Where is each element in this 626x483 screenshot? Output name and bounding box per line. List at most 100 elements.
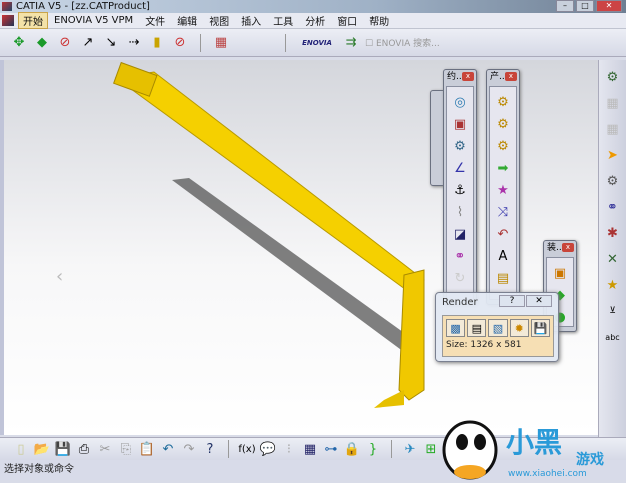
component-icon[interactable]: ⚙ [494,93,512,111]
product-structure-toolbar: 产... x ⚙ ⚙ ⚙ ➡ ★ ⤨ ↶ A ▤ [486,69,520,305]
annotation-text-icon[interactable]: abc [604,328,622,346]
menu-help[interactable]: 帮助 [363,13,395,28]
coincidence-icon[interactable]: ◎ [451,93,469,111]
offset-constraint-icon[interactable]: ⚙ [451,137,469,155]
copy-icon[interactable]: ⎘ [117,440,135,458]
menu-enovia[interactable]: ENOVIA V5 VPM [48,15,139,26]
top-toolbar: ✥ ◆ ⊘ ↗ ↘ ⇢ ▮ ⊘ ▦ ENOVIA ⇉ ☐ ENOVIA 搜索..… [0,29,626,57]
link-icon[interactable]: ⁝ [280,440,298,458]
print-icon[interactable]: ⎙ [75,440,93,458]
dimension-icon[interactable]: ⊻ [604,302,622,320]
save-icon[interactable]: 💾 [530,319,551,337]
move-icon[interactable]: ✥ [10,34,28,52]
update-all-icon[interactable]: ▦ [604,120,622,138]
snap-icon[interactable]: ◆ [33,34,51,52]
table-icon[interactable]: ▦ [301,440,319,458]
catalog-browser-icon[interactable]: } [364,440,382,458]
render-sequence-icon[interactable]: ▧ [488,319,508,337]
maximize-button[interactable]: □ [576,0,594,12]
contact-icon[interactable]: ▣ [451,115,469,133]
menu-window[interactable]: 窗口 [331,13,363,28]
arm-beam [114,71,425,293]
explode-icon[interactable]: ⇢ [125,34,143,52]
clash-icon[interactable]: ⊘ [171,34,189,52]
help-button[interactable]: ? [499,295,525,307]
catia-app-icon [2,2,12,11]
svg-text:小黑: 小黑 [506,426,562,459]
close-icon[interactable]: x [505,72,517,81]
part-icon[interactable]: ⚙ [494,137,512,155]
undo-icon[interactable]: ↶ [159,440,177,458]
gears-icon[interactable]: ⚙ [604,68,622,86]
minimize-button[interactable]: – [556,0,574,12]
tree-icon[interactable]: ⊶ [322,440,340,458]
save-icon[interactable]: 💾 [54,440,72,458]
anchor-icon[interactable]: ⚓ [451,181,469,199]
manipulate-icon[interactable]: ↗ [79,34,97,52]
watermark-logo: 小黑 游戏 www.xiaohei.com [436,412,626,480]
right-toolbar: ⚙ ▦ ▦ ➤ ⚙ ⚭ ✱ ✕ ★ ⊻ abc [598,60,626,460]
lock-icon[interactable]: 🔒 [343,440,361,458]
render-toolbar: Render ? ✕ ▩ ▤ ▧ ✹ 💾 Size: 1326 x 581 [435,292,559,362]
replace-icon[interactable]: ⤨ [494,203,512,221]
existing-component-icon[interactable]: ➡ [494,159,512,177]
fix-together-icon[interactable]: ⌇ [451,203,469,221]
close-icon[interactable]: x [562,243,574,252]
menu-analyze[interactable]: 分析 [299,13,331,28]
menu-edit[interactable]: 编辑 [171,13,203,28]
catalog-icon[interactable]: ▦ [212,34,230,52]
render-size: Size: 1326 x 581 [446,340,522,350]
menu-file[interactable]: 文件 [139,13,171,28]
arm-joint [398,269,425,401]
open-icon[interactable]: 📂 [33,440,51,458]
measure-icon[interactable]: ✕ [604,250,622,268]
fix-icon[interactable]: ⊘ [56,34,74,52]
svg-text:游戏: 游戏 [576,451,604,468]
stop-manipulate-icon[interactable]: ▮ [148,34,166,52]
constraints-toolbar: 约... x ◎ ▣ ⚙ ∠ ⚓ ⌇ ◪ ⚭ ↻ [443,69,477,305]
redo-icon[interactable]: ↷ [180,440,198,458]
split-icon[interactable]: ▣ [551,264,569,282]
close-button[interactable]: ✕ [596,0,622,12]
analysis-icon[interactable]: ⚭ [604,198,622,216]
paste-icon[interactable]: 📋 [138,440,156,458]
reuse-pattern-icon[interactable]: ↻ [451,269,469,287]
quick-constraint-icon[interactable]: ◪ [451,225,469,243]
menu-view[interactable]: 视图 [203,13,235,28]
clash-analysis-icon[interactable]: ✱ [604,224,622,242]
render-close-button[interactable]: ✕ [526,295,552,307]
select-arrow-icon[interactable]: ➤ [604,146,622,164]
menu-tools[interactable]: 工具 [267,13,299,28]
update-icon[interactable]: ▦ [604,94,622,112]
fly-icon[interactable]: ✈ [401,440,419,458]
existing-positioning-icon[interactable]: ★ [494,181,512,199]
enovia-send-icon[interactable]: ⇉ [342,34,360,52]
numbering-icon[interactable]: A [494,247,512,265]
render-image-icon[interactable]: ▩ [446,319,466,337]
formula-icon[interactable]: f(x) [238,440,256,458]
menu-start[interactable]: 开始 [18,12,48,29]
new-icon[interactable]: ▯ [12,440,30,458]
graph-reorder-icon[interactable]: ↶ [494,225,512,243]
whats-this-icon[interactable]: ? [201,440,219,458]
close-icon[interactable]: x [462,72,474,81]
cut-icon[interactable]: ✂ [96,440,114,458]
render-settings-icon[interactable]: ▤ [467,319,487,337]
menu-insert[interactable]: 插入 [235,13,267,28]
enovia-logo[interactable]: ENOVIA [297,34,337,52]
angle-icon[interactable]: ∠ [451,159,469,177]
select-mode-icon[interactable]: ⚙ [604,172,622,190]
star-icon[interactable]: ★ [604,276,622,294]
arm-head [113,61,158,97]
chevron-left-icon: ‹ [56,266,63,287]
load-icon[interactable]: ▤ [494,269,512,287]
render-camera-icon[interactable]: ✹ [509,319,529,337]
flexible-icon[interactable]: ⚭ [451,247,469,265]
title-bar: CATIA V5 - [zz.CATProduct] – □ ✕ [0,0,626,13]
svg-text:www.xiaohei.com: www.xiaohei.com [508,469,587,479]
offset-icon[interactable]: ↘ [102,34,120,52]
knowledge-icon[interactable]: 💬 [259,440,277,458]
base-foot [374,390,404,408]
enovia-search[interactable]: ☐ ENOVIA 搜索... [365,36,440,49]
product-icon[interactable]: ⚙ [494,115,512,133]
